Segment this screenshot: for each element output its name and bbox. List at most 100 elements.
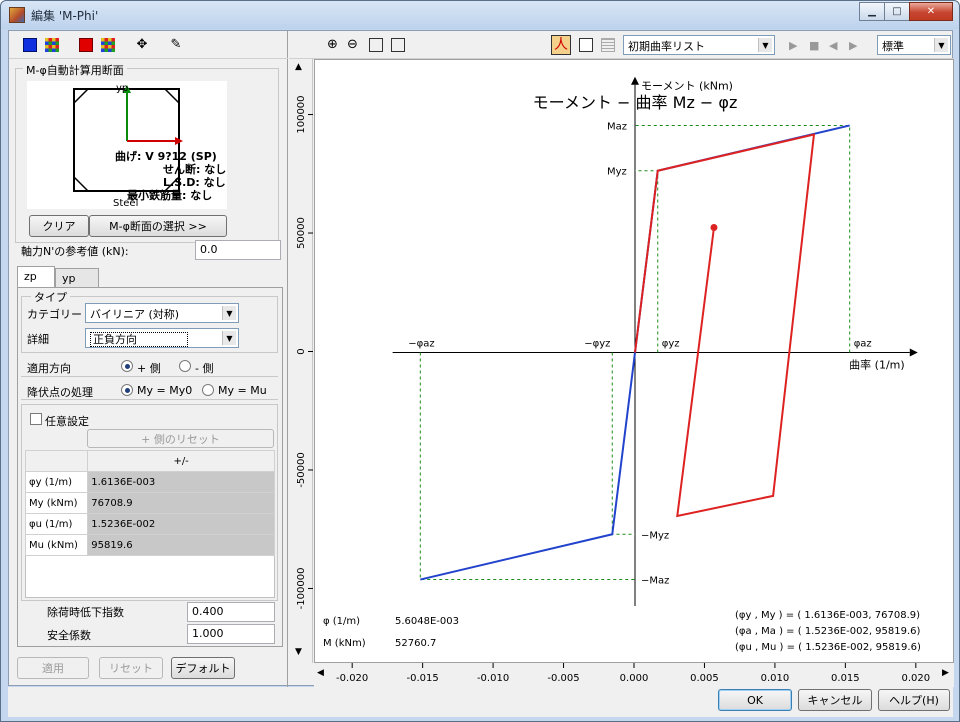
readout-phi-label: φ (1/m) [323,616,361,627]
x-tick-label: -0.005 [547,673,579,684]
right-toolbar: ⊕ ⊖ 人 初期曲率リスト ▼ ▶ ■ ◀ ▶ 標準 ▼ [289,31,954,59]
apply-button[interactable]: 適用 [17,657,89,679]
right-panel: ⊕ ⊖ 人 初期曲率リスト ▼ ▶ ■ ◀ ▶ 標準 ▼ ▲ ▼ 100000 … [289,31,954,687]
row-value[interactable]: 1.5236E-002 [87,513,275,535]
readout-m-value: 52760.7 [395,638,437,649]
grid-icon[interactable] [45,38,59,52]
grid-icon[interactable] [101,38,115,52]
curve-list-select[interactable]: 初期曲率リスト ▼ [623,35,775,55]
neg-phi-yz-label: −φyz [584,339,610,350]
figure-icon[interactable]: 人 [551,35,571,55]
yield-mu-label: My = Mu [218,384,267,397]
move-icon[interactable]: ✥ [135,38,149,52]
reset-plus-button[interactable]: + 側のリセット [87,429,274,448]
direction-minus-radio[interactable] [179,360,191,372]
cancel-button[interactable]: キャンセル [798,689,872,711]
zoom-in-icon[interactable]: ⊕ [327,38,341,52]
x-axis-arrow [909,348,918,357]
y-tick-label: -50000 [296,452,307,487]
section-info-line-4: 最小鉄筋量: なし [127,189,213,202]
x-tick-label: 0.015 [831,673,860,684]
neg-phi-az-label: −φaz [408,339,434,350]
step-back-icon[interactable]: ◀ [829,39,837,52]
x-axis-label: 曲率 (1/m) [849,358,905,372]
clear-button[interactable]: クリア [29,215,89,237]
maz-label: Maz [607,121,627,132]
safety-input[interactable]: 1.000 [187,624,275,644]
row-value[interactable]: 1.6136E-003 [87,471,275,493]
row-value[interactable]: 76708.9 [87,492,275,514]
series-line-0 [420,352,636,581]
play-icon[interactable]: ▶ [789,39,797,52]
x-tick-label: -0.010 [477,673,509,684]
detail-select[interactable]: 正負方向 ▼ [85,328,239,348]
ok-button[interactable]: OK [718,689,792,711]
reset-button[interactable]: リセット [99,657,163,679]
yield-mu-radio[interactable] [202,384,214,396]
close-button[interactable]: ✕ [909,2,953,21]
series-line-2 [634,133,816,518]
direction-plus-radio[interactable] [121,360,133,372]
arbitrary-checkbox[interactable] [30,413,42,425]
table-row: My (kNm) 76708.9 [24,492,275,514]
axial-force-input[interactable]: 0.0 [195,240,281,260]
yield-my0-label: My = My0 [137,384,193,397]
table-row: φy (1/m) 1.6136E-003 [24,471,275,493]
caption-buttons: ▁ □ ✕ [859,2,953,22]
row-label: Mu (kNm) [24,534,89,556]
x-tick-label: 0.010 [761,673,790,684]
view-mode-value: 標準 [882,40,904,53]
summary-line-2: (φa , Ma ) = ( 1.5236E-002, 95819.6) [735,626,921,637]
table-row: φu (1/m) 1.5236E-002 [24,513,275,535]
row-label: φy (1/m) [24,471,89,493]
minimize-button[interactable]: ▁ [859,2,885,21]
default-button[interactable]: デフォルト [171,657,235,679]
y-tick-label: 50000 [296,217,307,249]
zoom-window-icon[interactable] [391,38,405,52]
main-window: 編集 'M-Phi' ▁ □ ✕ ✥ ✎ M-φ自動計算用断面 yp 曲げ: V… [0,0,960,722]
x-tick-label: -0.015 [407,673,439,684]
x-tick-label: 0.020 [901,673,930,684]
list-icon[interactable] [601,38,615,52]
client-area: ✥ ✎ M-φ自動計算用断面 yp 曲げ: V 9?12 (SP) せん断: な… [8,30,954,687]
select-section-button[interactable]: M-φ断面の選択 >> [89,215,227,237]
direction-label: 適用方向 [27,362,71,375]
step-forward-icon[interactable]: ▶ [849,39,857,52]
maximize-button[interactable]: □ [884,2,910,21]
readout-phi-value: 5.6048E-003 [395,616,460,627]
current-point-marker [710,223,718,231]
chevron-down-icon: ▼ [758,38,772,52]
row-value[interactable]: 95819.6 [87,534,275,556]
help-button[interactable]: ヘルプ(H) [878,689,950,711]
vertical-ruler[interactable]: ▲ ▼ 100000 50000 0 -50000 -100000 [289,59,313,663]
fit-view-icon[interactable] [369,38,383,52]
chart-area[interactable]: モーメント − 曲率 Mz − φz 曲率 (1/m) モーメント (kNm) Maz… [314,59,954,663]
row-label: My (kNm) [24,492,89,514]
view-mode-select[interactable]: 標準 ▼ [877,35,951,55]
phi-az-label: φaz [854,339,872,350]
x-ruler-svg: -0.020 -0.015 -0.010 -0.005 0.000 0.005 0.010 0… [336,663,930,684]
stop-icon[interactable]: ■ [809,39,819,52]
neg-myz-label: −Myz [641,530,669,541]
zoom-out-icon[interactable]: ⊖ [347,38,361,52]
yield-my0-radio[interactable] [121,384,133,396]
category-select[interactable]: バイリニア (対称) ▼ [85,303,239,323]
tab-yp[interactable]: yp [55,268,99,288]
copy-icon[interactable] [579,38,593,52]
row-label: φu (1/m) [24,513,89,535]
guide-az-positive [635,124,851,353]
title-bar: 編集 'M-Phi' ▁ □ ✕ [1,1,959,29]
direction-minus-label: - 側 [195,362,214,375]
red-square-icon[interactable] [79,38,93,52]
unloading-input[interactable]: 0.400 [187,602,275,622]
unloading-label: 除荷時低下指数 [47,606,124,619]
y-tick-label: -100000 [296,568,307,610]
draw-icon[interactable]: ✎ [169,38,183,52]
blue-square-icon[interactable] [23,38,37,52]
myz-label: Myz [607,167,627,178]
yield-label: 降伏点の処理 [27,386,93,399]
horizontal-ruler[interactable]: ◀ ▶ -0.020 -0.015 -0.010 -0.005 0.000 0.005 0.… [314,663,954,687]
tab-zp[interactable]: zp [17,266,55,288]
detail-label: 詳細 [27,333,49,346]
readout-m-label: M (kNm) [323,638,366,649]
